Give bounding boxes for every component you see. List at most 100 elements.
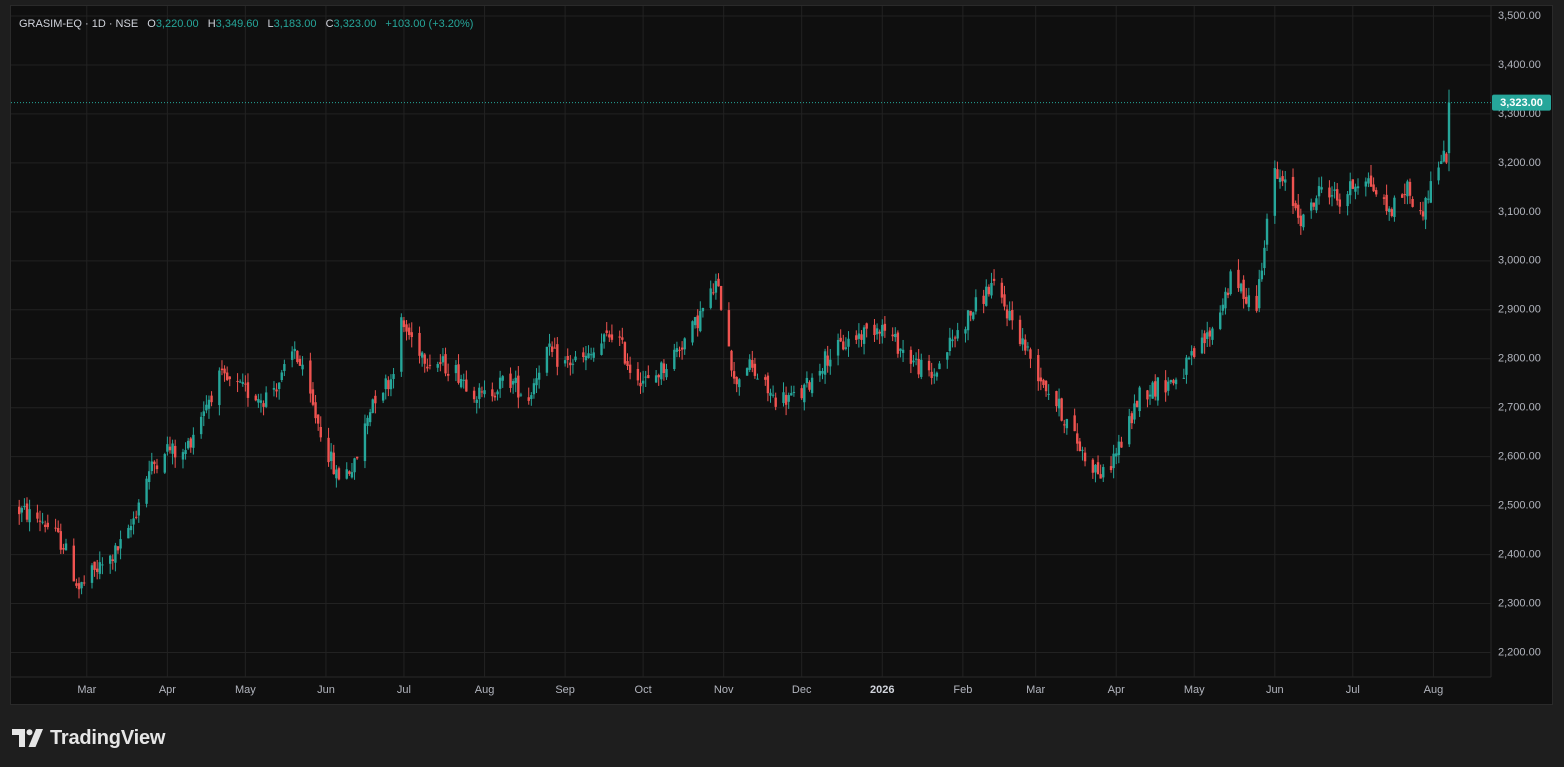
time-tick-label: Jul: [397, 684, 411, 696]
candle-body: [1190, 351, 1193, 356]
candle-body: [1367, 178, 1370, 184]
candle-body: [439, 362, 442, 365]
brand-name: TradingView: [50, 726, 166, 749]
candle: [623, 341, 627, 366]
time-axis[interactable]: Mar Apr May Jun Jul Aug Sep Oct Nov Dec 2026 Feb Mar…: [77, 684, 1443, 696]
candle-body: [116, 546, 120, 551]
price-tick-label: 3,500.00: [1498, 10, 1541, 22]
candle: [1008, 301, 1011, 321]
candle: [829, 348, 832, 375]
candle-body: [511, 381, 515, 385]
candlestick-chart[interactable]: 2,200.00 2,300.00 2,400.00 2,500.00 2,600.00…: [11, 6, 1554, 706]
candle: [535, 368, 538, 394]
symbol-name[interactable]: GRASIM-EQ · 1D · NSE: [19, 18, 138, 30]
candle: [823, 348, 827, 384]
candle: [605, 322, 608, 337]
candle: [1403, 183, 1407, 205]
candle-body: [56, 527, 60, 532]
candle-body: [964, 329, 967, 334]
candle-body: [41, 521, 44, 523]
candle: [168, 436, 172, 454]
candle-body: [930, 371, 933, 378]
candle: [1115, 447, 1118, 465]
candle-body: [693, 317, 697, 326]
candle: [826, 345, 829, 373]
candle-body: [1026, 346, 1030, 348]
candle-body: [423, 354, 426, 364]
candle: [223, 365, 226, 382]
candle: [41, 512, 44, 525]
candle: [1429, 171, 1433, 204]
candle-body: [969, 310, 972, 316]
candle: [1128, 408, 1131, 447]
candle-body: [345, 469, 348, 479]
candle-body: [166, 444, 169, 452]
candle-body: [1411, 198, 1414, 207]
candle: [257, 393, 260, 408]
candle: [496, 389, 499, 401]
candle: [290, 346, 294, 368]
candle-body: [985, 286, 988, 306]
candle: [1172, 378, 1175, 386]
open-value: 3,220.00: [155, 18, 199, 30]
candle-body: [1018, 319, 1022, 345]
candle-body: [465, 379, 468, 392]
candle-body: [748, 359, 751, 370]
candle-body: [262, 403, 265, 407]
candle-body: [956, 330, 959, 339]
footer-brand[interactable]: TradingView: [12, 724, 165, 752]
candle-body: [25, 503, 29, 520]
candle-body: [202, 411, 205, 417]
candle-body: [298, 358, 302, 366]
candle-body: [114, 545, 117, 563]
candle-body: [59, 531, 62, 550]
candle: [423, 352, 426, 373]
candle-body: [602, 334, 606, 342]
candle: [584, 346, 588, 371]
candle-body: [1224, 291, 1227, 309]
candle-body: [472, 390, 476, 400]
candle-body: [1372, 184, 1375, 192]
candle: [114, 542, 117, 572]
candle-body: [1000, 282, 1004, 298]
candle: [402, 316, 406, 333]
candle-body: [93, 561, 96, 570]
candle: [363, 414, 367, 469]
candle-body: [498, 377, 502, 389]
candle: [329, 443, 333, 470]
candle-body: [171, 443, 174, 454]
candle-body: [1042, 379, 1045, 385]
candle: [1315, 195, 1318, 214]
candle-body: [446, 373, 450, 376]
candle-body: [77, 583, 81, 590]
chart-panel[interactable]: 2,200.00 2,300.00 2,400.00 2,500.00 2,600.00…: [10, 5, 1553, 705]
candle: [545, 346, 549, 377]
candle-body: [441, 356, 445, 363]
candle: [992, 269, 996, 286]
candle: [862, 325, 866, 355]
candle-body: [418, 332, 421, 356]
candle-body: [296, 350, 299, 363]
candle-body: [1408, 181, 1412, 196]
candle: [821, 368, 824, 380]
candle: [756, 373, 759, 380]
candle-body: [371, 399, 374, 413]
candle: [517, 366, 520, 409]
candle-body: [1424, 198, 1427, 220]
candle-body: [764, 377, 767, 380]
candle: [90, 563, 94, 589]
candle-body: [1200, 337, 1204, 354]
candle-body: [17, 506, 21, 515]
candle: [1044, 379, 1048, 397]
candle-body: [550, 346, 554, 352]
candle: [381, 392, 385, 404]
price-tick-label: 2,900.00: [1498, 304, 1541, 316]
candle: [784, 386, 788, 416]
candle-body: [875, 328, 879, 335]
candle-body: [953, 337, 957, 339]
candle: [1437, 161, 1440, 185]
time-tick-label: May: [1184, 684, 1205, 696]
candle: [618, 330, 621, 347]
candle: [238, 379, 242, 383]
candle-body: [1102, 467, 1105, 478]
